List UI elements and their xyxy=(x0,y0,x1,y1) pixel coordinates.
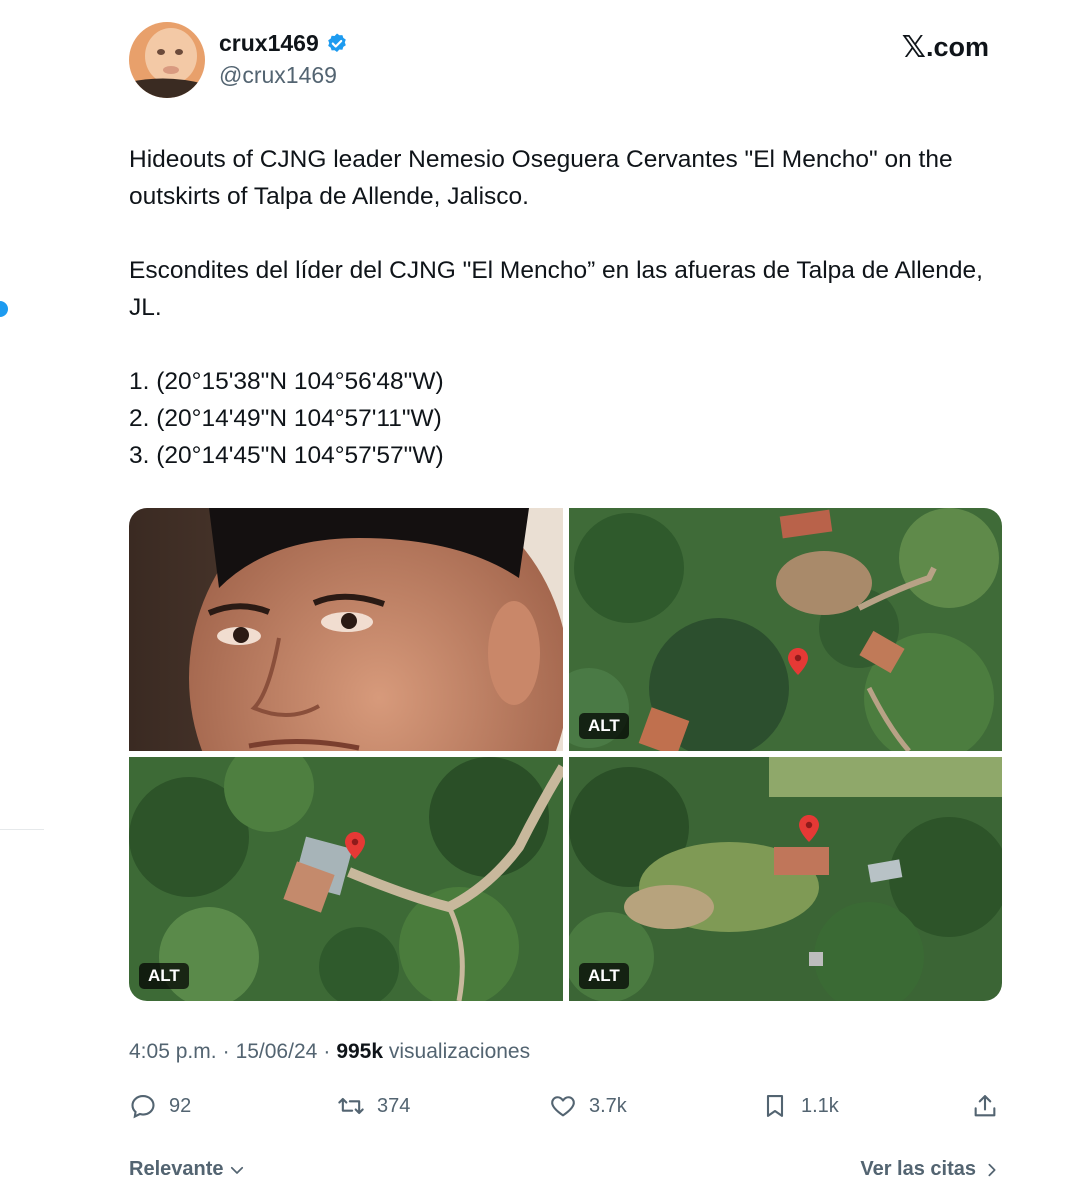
bookmark-button[interactable]: 1.1k xyxy=(761,1092,839,1120)
tweet-line: 3. (20°14'45"N 104°57'57"W) xyxy=(129,442,444,469)
alt-badge[interactable]: ALT xyxy=(579,713,629,739)
post-date[interactable]: 15/06/24 xyxy=(236,1040,318,1064)
alt-badge[interactable]: ALT xyxy=(139,963,189,989)
reply-button[interactable]: 92 xyxy=(129,1092,191,1120)
bookmark-icon xyxy=(766,1095,784,1117)
tweet-line: Escondites del líder del CJNG "El Mencho… xyxy=(129,257,983,321)
verified-badge-icon xyxy=(327,33,346,52)
view-quotes-link[interactable]: Ver las citas xyxy=(860,1158,1000,1181)
views-count: 995k xyxy=(336,1040,384,1063)
post-time[interactable]: 4:05 p.m. xyxy=(129,1040,217,1064)
tweet-line: 2. (20°14'49"N 104°57'11"W) xyxy=(129,405,442,432)
tweet-header: crux1469 @crux1469 𝕏 .com xyxy=(129,22,989,98)
left-rail xyxy=(0,0,44,1200)
repost-icon xyxy=(338,1097,364,1115)
tweet-line: Hideouts of CJNG leader Nemesio Oseguera… xyxy=(129,146,953,210)
quotes-label: Ver las citas xyxy=(860,1158,976,1180)
handle[interactable]: @crux1469 xyxy=(219,62,337,89)
action-bar: 92 374 3.7k 1.1k xyxy=(129,1092,1000,1124)
reply-icon xyxy=(131,1095,155,1119)
repost-count: 374 xyxy=(377,1094,411,1117)
media-photo-portrait[interactable] xyxy=(129,508,563,751)
sort-dropdown[interactable]: Relevante xyxy=(129,1158,246,1181)
meta-separator: · xyxy=(222,1040,230,1063)
like-count: 3.7k xyxy=(589,1094,627,1117)
tweet-text: Hideouts of CJNG leader Nemesio Oseguera… xyxy=(129,141,1009,474)
x-icon: 𝕏 xyxy=(901,30,926,65)
like-button[interactable]: 3.7k xyxy=(549,1092,627,1120)
alt-badge[interactable]: ALT xyxy=(579,963,629,989)
share-button[interactable] xyxy=(971,1092,999,1120)
tweet-line: 1. (20°15'38"N 104°56'48"W) xyxy=(129,368,444,395)
chevron-right-icon xyxy=(988,1163,996,1176)
reply-count: 92 xyxy=(169,1094,192,1117)
name-row: crux1469 xyxy=(219,30,349,57)
divider xyxy=(0,829,44,830)
x-logo: 𝕏 .com xyxy=(902,30,989,65)
media-grid: ALT ALT ALT xyxy=(129,508,1002,1001)
notification-dot xyxy=(0,301,8,317)
views-label: visualizaciones xyxy=(388,1040,531,1063)
meta-separator: · xyxy=(323,1040,331,1063)
chevron-down-icon xyxy=(230,1166,243,1174)
bookmark-count: 1.1k xyxy=(801,1094,839,1117)
sort-label: Relevante xyxy=(129,1158,224,1180)
media-aerial-1[interactable]: ALT xyxy=(569,508,1002,751)
share-icon xyxy=(974,1095,996,1117)
media-aerial-3[interactable]: ALT xyxy=(569,757,1002,1001)
repost-button[interactable]: 374 xyxy=(337,1092,410,1120)
brand-suffix: .com xyxy=(925,32,989,62)
avatar[interactable] xyxy=(129,22,205,98)
heart-icon xyxy=(551,1096,575,1117)
display-name[interactable]: crux1469 xyxy=(219,30,319,57)
tweet-meta: 4:05 p.m. · 15/06/24 · 995k visualizacio… xyxy=(129,1040,530,1064)
media-aerial-2[interactable]: ALT xyxy=(129,757,563,1001)
replies-footer: Relevante Ver las citas xyxy=(129,1158,1000,1186)
